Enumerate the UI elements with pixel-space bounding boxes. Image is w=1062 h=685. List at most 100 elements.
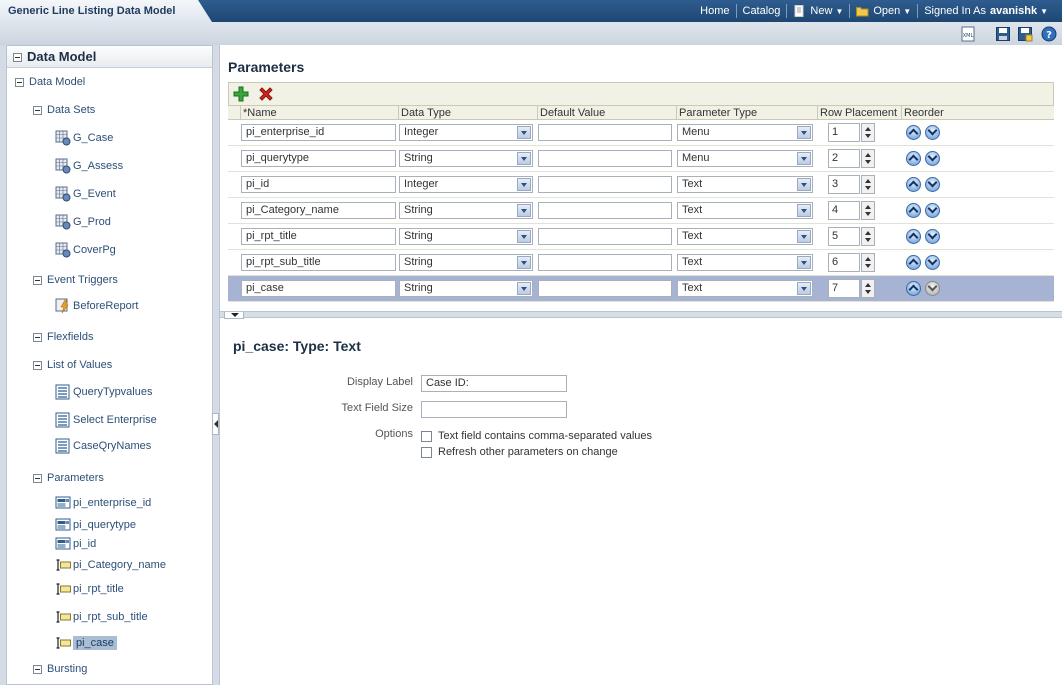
tree-item-data-set[interactable]: G_Case (55, 130, 113, 146)
tree-item-parameter[interactable]: pi_querytype (55, 517, 136, 533)
row-placement-stepper[interactable]: 4 (828, 201, 875, 220)
home-link[interactable]: Home (694, 5, 735, 17)
tree-item-parameter[interactable]: pi_rpt_title (55, 581, 124, 597)
dropdown-arrow-icon[interactable] (797, 282, 811, 295)
parameter-type-select[interactable]: Text (677, 176, 813, 193)
tree-item-data-set[interactable]: CoverPg (55, 242, 116, 258)
table-row[interactable]: pi_enterprise_id Integer Menu 1 (228, 120, 1054, 146)
column-header-parameter-type[interactable]: Parameter Type (676, 106, 817, 119)
default-value-input[interactable] (538, 254, 672, 271)
dropdown-arrow-icon[interactable] (797, 230, 811, 243)
spin-arrows-icon[interactable] (861, 149, 875, 168)
new-menu[interactable]: New ▼ (787, 5, 849, 17)
tree-item-parameter-selected[interactable]: pi_case (55, 635, 117, 651)
checkbox[interactable] (421, 430, 432, 442)
name-input[interactable]: pi_case (241, 280, 396, 297)
collapse-icon[interactable] (33, 275, 42, 285)
default-value-input[interactable] (538, 176, 672, 193)
column-header-data-type[interactable]: Data Type (398, 106, 537, 119)
table-row[interactable]: pi_rpt_sub_title String Text 6 (228, 250, 1054, 276)
plus-icon[interactable] (233, 86, 249, 102)
move-up-icon[interactable] (906, 151, 921, 166)
move-down-icon[interactable] (925, 203, 940, 218)
tree-group-list-of-values[interactable]: List of Values (33, 359, 112, 371)
data-type-select[interactable]: String (399, 202, 533, 219)
default-value-input[interactable] (538, 228, 672, 245)
user-menu[interactable]: Signed In As avanishk ▼ (918, 5, 1054, 17)
dropdown-arrow-icon[interactable] (797, 178, 811, 191)
tree-group-flexfields[interactable]: Flexfields (33, 331, 93, 343)
table-row[interactable]: pi_rpt_title String Text 5 (228, 224, 1054, 250)
row-placement-stepper[interactable]: 7 (828, 279, 875, 298)
dropdown-arrow-icon[interactable] (797, 152, 811, 165)
column-header-default-value[interactable]: Default Value (537, 106, 676, 119)
dropdown-arrow-icon[interactable] (517, 230, 531, 243)
tree-item-parameter[interactable]: pi_Category_name (55, 557, 166, 573)
spin-arrows-icon[interactable] (861, 227, 875, 246)
spin-arrows-icon[interactable] (861, 201, 875, 220)
parameter-type-select[interactable]: Menu (677, 150, 813, 167)
tree-root[interactable]: Data Model (15, 76, 85, 88)
save-as-icon[interactable] (1017, 26, 1033, 42)
row-placement-input[interactable]: 3 (828, 175, 860, 194)
collapse-icon[interactable] (33, 105, 42, 115)
row-placement-stepper[interactable]: 5 (828, 227, 875, 246)
tree-item-parameter[interactable]: pi_enterprise_id (55, 495, 151, 511)
data-type-select[interactable]: String (399, 254, 533, 271)
move-up-icon[interactable] (906, 255, 921, 270)
spin-arrows-icon[interactable] (861, 279, 875, 298)
collapse-icon[interactable] (15, 77, 24, 87)
pane-splitter[interactable] (220, 311, 1062, 319)
parameter-type-select[interactable]: Text (677, 254, 813, 271)
move-down-icon[interactable] (925, 281, 940, 296)
default-value-input[interactable] (538, 280, 672, 297)
row-placement-input[interactable]: 6 (828, 253, 860, 272)
move-down-icon[interactable] (925, 125, 940, 140)
collapse-icon[interactable] (33, 664, 42, 674)
save-icon[interactable] (995, 26, 1011, 42)
default-value-input[interactable] (538, 124, 672, 141)
collapse-icon[interactable] (33, 360, 42, 370)
data-type-select[interactable]: String (399, 228, 533, 245)
name-input[interactable]: pi_id (241, 176, 396, 193)
dropdown-arrow-icon[interactable] (517, 204, 531, 217)
row-placement-input[interactable]: 5 (828, 227, 860, 246)
tree-group-parameters[interactable]: Parameters (33, 472, 104, 484)
collapse-icon[interactable] (33, 332, 42, 342)
table-row[interactable]: pi_id Integer Text 3 (228, 172, 1054, 198)
name-input[interactable]: pi_rpt_title (241, 228, 396, 245)
move-up-icon[interactable] (906, 177, 921, 192)
row-placement-stepper[interactable]: 2 (828, 149, 875, 168)
data-type-select[interactable]: Integer (399, 124, 533, 141)
dropdown-arrow-icon[interactable] (517, 256, 531, 269)
collapse-icon[interactable] (33, 473, 42, 483)
tree-item-parameter[interactable]: pi_rpt_sub_title (55, 609, 148, 625)
row-placement-stepper[interactable]: 3 (828, 175, 875, 194)
tree-item-parameter[interactable]: pi_id (55, 536, 96, 552)
catalog-link[interactable]: Catalog (737, 5, 787, 17)
dropdown-arrow-icon[interactable] (517, 152, 531, 165)
open-menu[interactable]: Open ▼ (850, 5, 917, 17)
refresh-params-option[interactable]: Refresh other parameters on change (421, 446, 618, 458)
dropdown-arrow-icon[interactable] (517, 126, 531, 139)
spin-arrows-icon[interactable] (861, 175, 875, 194)
tree-item-data-set[interactable]: G_Assess (55, 158, 123, 174)
tree-group-bursting[interactable]: Bursting (33, 663, 87, 675)
tree-group-data-sets[interactable]: Data Sets (33, 104, 95, 116)
dropdown-arrow-icon[interactable] (797, 256, 811, 269)
row-placement-stepper[interactable]: 6 (828, 253, 875, 272)
row-placement-stepper[interactable]: 1 (828, 123, 875, 142)
name-input[interactable]: pi_querytype (241, 150, 396, 167)
move-down-icon[interactable] (925, 151, 940, 166)
move-up-icon[interactable] (906, 229, 921, 244)
help-icon[interactable]: ? (1041, 26, 1057, 42)
data-type-select[interactable]: Integer (399, 176, 533, 193)
dropdown-arrow-icon[interactable] (797, 126, 811, 139)
tree-item-lov[interactable]: Select Enterprise (55, 412, 157, 428)
collapse-icon[interactable] (13, 53, 22, 63)
name-input[interactable]: pi_rpt_sub_title (241, 254, 396, 271)
name-input[interactable]: pi_Category_name (241, 202, 396, 219)
tree-item-lov[interactable]: CaseQryNames (55, 438, 151, 454)
name-input[interactable]: pi_enterprise_id (241, 124, 396, 141)
tree-item-lov[interactable]: QueryTypvalues (55, 384, 152, 400)
